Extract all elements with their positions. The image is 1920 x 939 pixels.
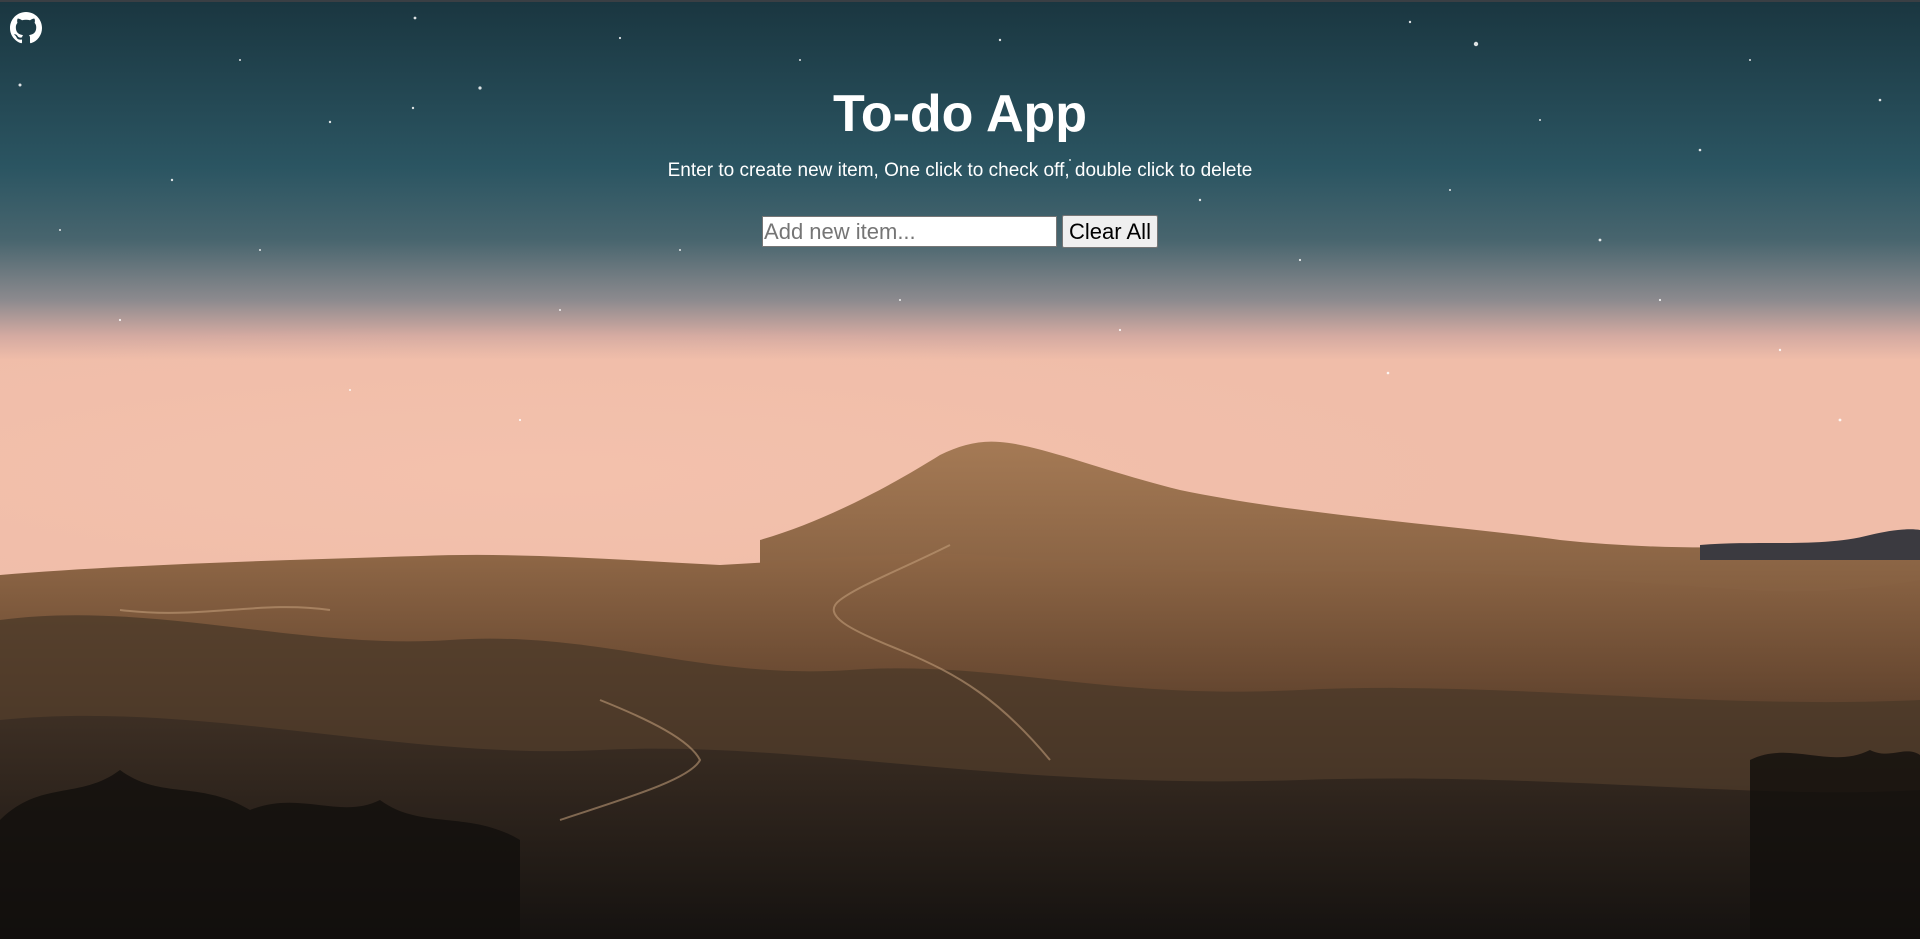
window-top-border: [0, 0, 1920, 2]
page-title: To-do App: [832, 85, 1088, 143]
todo-controls: Clear All: [0, 215, 1920, 248]
github-link[interactable]: [10, 12, 42, 44]
new-item-input[interactable]: [762, 216, 1058, 247]
instructions-text: Enter to create new item, One click to c…: [667, 160, 1253, 181]
github-icon: [10, 12, 42, 44]
clear-all-button[interactable]: Clear All: [1062, 215, 1158, 248]
